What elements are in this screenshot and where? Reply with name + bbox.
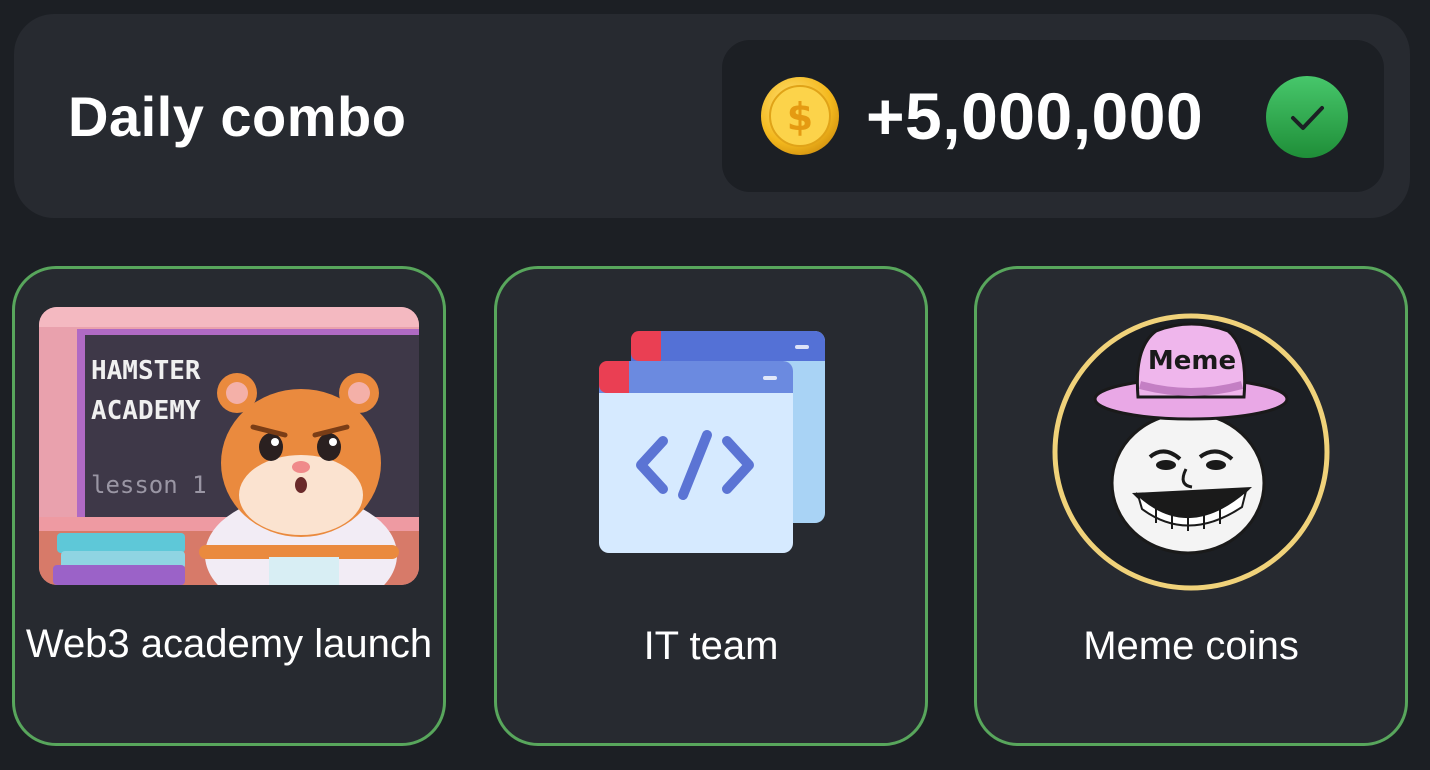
combo-card-it-team[interactable]: IT team [494, 266, 928, 746]
academy-text: ACADEMY [91, 396, 201, 426]
card-label-it-team: IT team [643, 624, 779, 668]
checkmark-icon [1266, 76, 1348, 158]
svg-text:$: $ [787, 95, 813, 139]
daily-combo-title: Daily combo [68, 85, 407, 148]
dollar-coin-icon: $ [761, 77, 839, 155]
hamster-academy-lesson-icon: HAMSTER ACADEMY lesson 1 [39, 307, 419, 585]
lesson-text: lesson 1 [91, 471, 207, 499]
combo-card-web3-academy[interactable]: HAMSTER ACADEMY lesson 1 Web3 academy la… [12, 266, 446, 746]
combo-card-meme-coins[interactable]: Meme Meme coins [974, 266, 1408, 746]
daily-combo-header: Daily combo $ +5,000,000 [14, 14, 1410, 218]
hamster-text: HAMSTER [91, 356, 201, 386]
troll-face-meme-hat-icon: Meme [1052, 313, 1330, 591]
code-window-icon [599, 331, 825, 553]
meme-hat-text: Meme [1148, 346, 1236, 376]
card-label-web3-academy: Web3 academy launch [25, 622, 433, 666]
reward-amount: +5,000,000 [866, 79, 1204, 153]
reward-box: $ +5,000,000 [722, 40, 1384, 192]
card-label-meme-coins: Meme coins [1083, 624, 1299, 668]
